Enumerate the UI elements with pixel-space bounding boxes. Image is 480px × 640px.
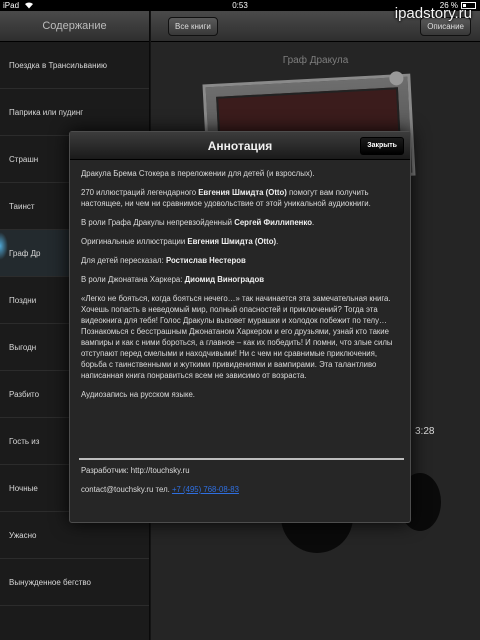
- active-chapter-indicator: [0, 232, 8, 260]
- author-name: Ростислав Нестеров: [165, 256, 246, 265]
- annotation-intro: Дракула Брема Стокера в переложении для …: [81, 169, 315, 178]
- phone-link[interactable]: +7 (495) 768-08-83: [172, 485, 239, 494]
- chapter-label: Паприка или пудинг: [9, 108, 84, 117]
- illustrator-name: Евгения Шмидта (Otto): [187, 237, 277, 246]
- annotation-dracula-role: В роли Графа Дракулы непревзойденный Сер…: [81, 217, 403, 228]
- actor-name: Сергей Филлипенко: [234, 218, 312, 227]
- annotation-original-illustrations: Оригинальные иллюстрации Евгения Шмидта …: [81, 236, 403, 247]
- chapter-label: Таинст: [9, 202, 35, 211]
- chapter-label: Выгодн: [9, 343, 37, 352]
- annotation-illustrations: 270 иллюстраций легендарного Евгения Шми…: [81, 187, 403, 209]
- chapter-label: Вынужденное бегство: [9, 578, 91, 587]
- text: В роли Графа Дракулы непревзойденный: [81, 218, 235, 227]
- all-books-button[interactable]: Все книги: [168, 17, 218, 36]
- annotation-dialog: Аннотация Закрыть Дракула Брема Стокера …: [69, 131, 411, 523]
- dialog-body: Дракула Брема Стокера в переложении для …: [81, 168, 403, 408]
- playback-time: 3:28: [415, 426, 435, 437]
- chapter-item[interactable]: Паприка или пудинг: [0, 89, 149, 136]
- annotation-harker-role: В роли Джонатана Харкера: Диомид Виногра…: [81, 274, 403, 285]
- chapter-label: Поздни: [9, 296, 37, 305]
- developer-line: Разработчик: http://touchsky.ru: [81, 466, 190, 475]
- actor-name: Диомид Виноградов: [184, 275, 265, 284]
- chapter-label: Гость из: [9, 437, 40, 446]
- text: 270 иллюстраций легендарного: [81, 188, 199, 197]
- sidebar-title: Содержание: [0, 11, 149, 42]
- annotation-retold-by: Для детей пересказал: Ростислав Нестеров: [81, 255, 403, 266]
- annotation-description: «Легко не бояться, когда бояться нечего……: [81, 294, 393, 380]
- illustrator-name: Евгения Шмидта (Otto): [198, 188, 287, 197]
- page-curl-icon: [389, 70, 404, 86]
- text: В роли Джонатана Харкера:: [81, 275, 185, 284]
- chapter-label: Граф Др: [9, 249, 41, 258]
- text: Оригинальные иллюстрации: [81, 237, 188, 246]
- close-button[interactable]: Закрыть: [360, 137, 404, 155]
- chapter-label: Поездка в Трансильванию: [9, 61, 108, 70]
- dialog-title: Аннотация: [207, 139, 273, 153]
- chapter-label: Ужасно: [9, 531, 37, 540]
- chapter-label: Ночные: [9, 484, 38, 493]
- chapter-item[interactable]: Вынужденное бегство: [0, 559, 149, 606]
- chapter-item[interactable]: Поездка в Трансильванию: [0, 42, 149, 89]
- contact-email: contact@touchsky.ru тел.: [81, 485, 172, 494]
- annotation-language: Аудиозапись на русском языке.: [81, 390, 195, 399]
- chapter-label: Страшн: [9, 155, 39, 164]
- watermark-text: ipadstory.ru: [394, 5, 472, 22]
- text: .: [276, 237, 279, 246]
- book-title: Граф Дракула: [282, 55, 349, 66]
- dialog-header: Аннотация Закрыть: [70, 132, 410, 160]
- text: .: [311, 218, 315, 227]
- contact-line: contact@touchsky.ru тел. +7 (495) 768-08…: [81, 485, 239, 494]
- chapter-label: Разбито: [9, 390, 40, 399]
- text: Для детей пересказал:: [81, 256, 166, 265]
- dialog-divider: [79, 458, 404, 460]
